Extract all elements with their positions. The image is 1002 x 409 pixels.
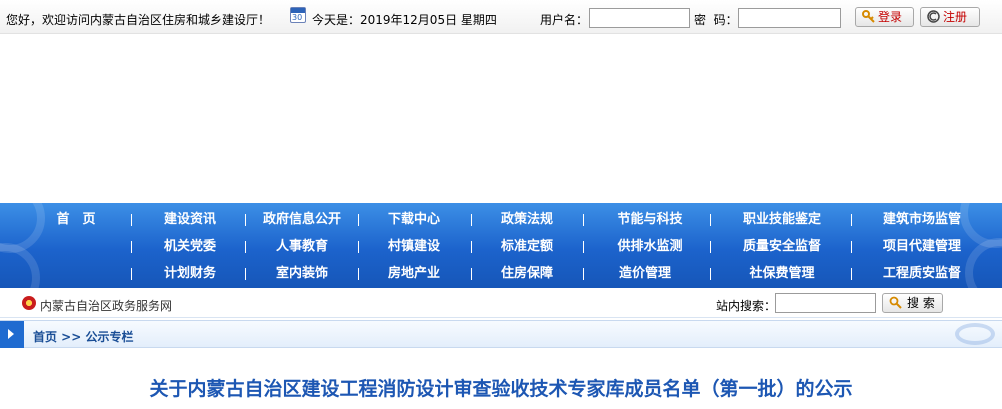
cloud-decoration [955,323,995,345]
article-title: 关于内蒙古自治区建设工程消防设计审查验收技术专家库成员名单（第一批）的公示 [149,378,853,400]
nav-item-water[interactable]: 供排水监测 [605,233,695,260]
nav-item-village[interactable]: 村镇建设 [374,233,454,260]
nav-item-energy-tech[interactable]: 节能与科技 [605,206,695,233]
national-emblem-icon [22,296,36,310]
search-label: 站内搜索： [716,299,777,313]
banner-area [0,35,1002,203]
calendar-icon: 30 [290,7,306,23]
password-input[interactable] [738,8,841,28]
nav-item-policy[interactable]: 政策法规 [487,206,567,233]
nav-item-project-agent[interactable]: 项目代建管理 [870,233,974,260]
breadcrumb-bar: 首页 >> 公示专栏 [0,320,1002,348]
password-label: 密 码： [694,13,738,27]
nav-item-gov-info[interactable]: 政府信息公开 [256,206,348,233]
nav-item-market[interactable]: 建筑市场监管 [870,206,974,233]
nav-item-quality-safety[interactable]: 质量安全监督 [730,233,834,260]
nav-item-quota[interactable]: 标准定额 [487,233,567,260]
nav-row-3: 计划财务 室内装饰 房地产业 住房保障 造价管理 社保费管理 工程质安监督 [0,260,1002,287]
nav-item-real-estate[interactable]: 房地产业 [374,260,454,287]
login-button[interactable]: 登录 [855,7,914,27]
gov-service-link[interactable]: 内蒙古自治区政务服务网 [40,297,172,314]
search-strip: 内蒙古自治区政务服务网 站内搜索： 搜 索 [0,288,1002,318]
nav-item-downloads[interactable]: 下载中心 [374,206,454,233]
top-bar: 您好，欢迎访问内蒙古自治区住房和城乡建设厅！ 30 今天是：2019年12月05… [0,0,1002,34]
nav-item-party[interactable]: 机关党委 [150,233,230,260]
nav-item-skills[interactable]: 职业技能鉴定 [730,206,834,233]
username-label: 用户名： [540,13,589,27]
username-input[interactable] [589,8,690,28]
nav-row-1: 首 页 建设资讯 政府信息公开 下载中心 政策法规 节能与科技 职业技能鉴定 建… [0,206,1002,233]
register-button[interactable]: 注册 [920,7,980,27]
nav-item-cost[interactable]: 造价管理 [605,260,685,287]
nav-item-personnel[interactable]: 人事教育 [262,233,342,260]
search-icon [889,296,902,309]
nav-item-finance[interactable]: 计划财务 [150,260,230,287]
date-text: 今天是：2019年12月05日 星期四 [312,13,497,27]
nav-item-home[interactable]: 首 页 [56,206,96,233]
search-input[interactable] [775,293,876,313]
nav-item-housing[interactable]: 住房保障 [487,260,567,287]
nav-row-2: 机关党委 人事教育 村镇建设 标准定额 供排水监测 质量安全监督 项目代建管理 [0,233,1002,260]
key-icon [862,10,875,23]
search-button-label: 搜 索 [907,296,935,310]
arrow-right-icon [0,321,24,348]
login-label: 登录 [878,10,903,24]
nav-item-news[interactable]: 建设资讯 [150,206,230,233]
register-icon [927,10,940,23]
main-nav: 首 页 建设资讯 政府信息公开 下载中心 政策法规 节能与科技 职业技能鉴定 建… [0,203,1002,288]
nav-item-quality-supervision[interactable]: 工程质安监督 [870,260,974,287]
nav-item-decoration[interactable]: 室内装饰 [262,260,342,287]
search-button[interactable]: 搜 索 [882,293,943,313]
register-label: 注册 [943,10,968,24]
breadcrumb[interactable]: 首页 >> 公示专栏 [33,328,133,345]
nav-item-social-security[interactable]: 社保费管理 [730,260,834,287]
welcome-text: 您好，欢迎访问内蒙古自治区住房和城乡建设厅！ [6,13,271,27]
